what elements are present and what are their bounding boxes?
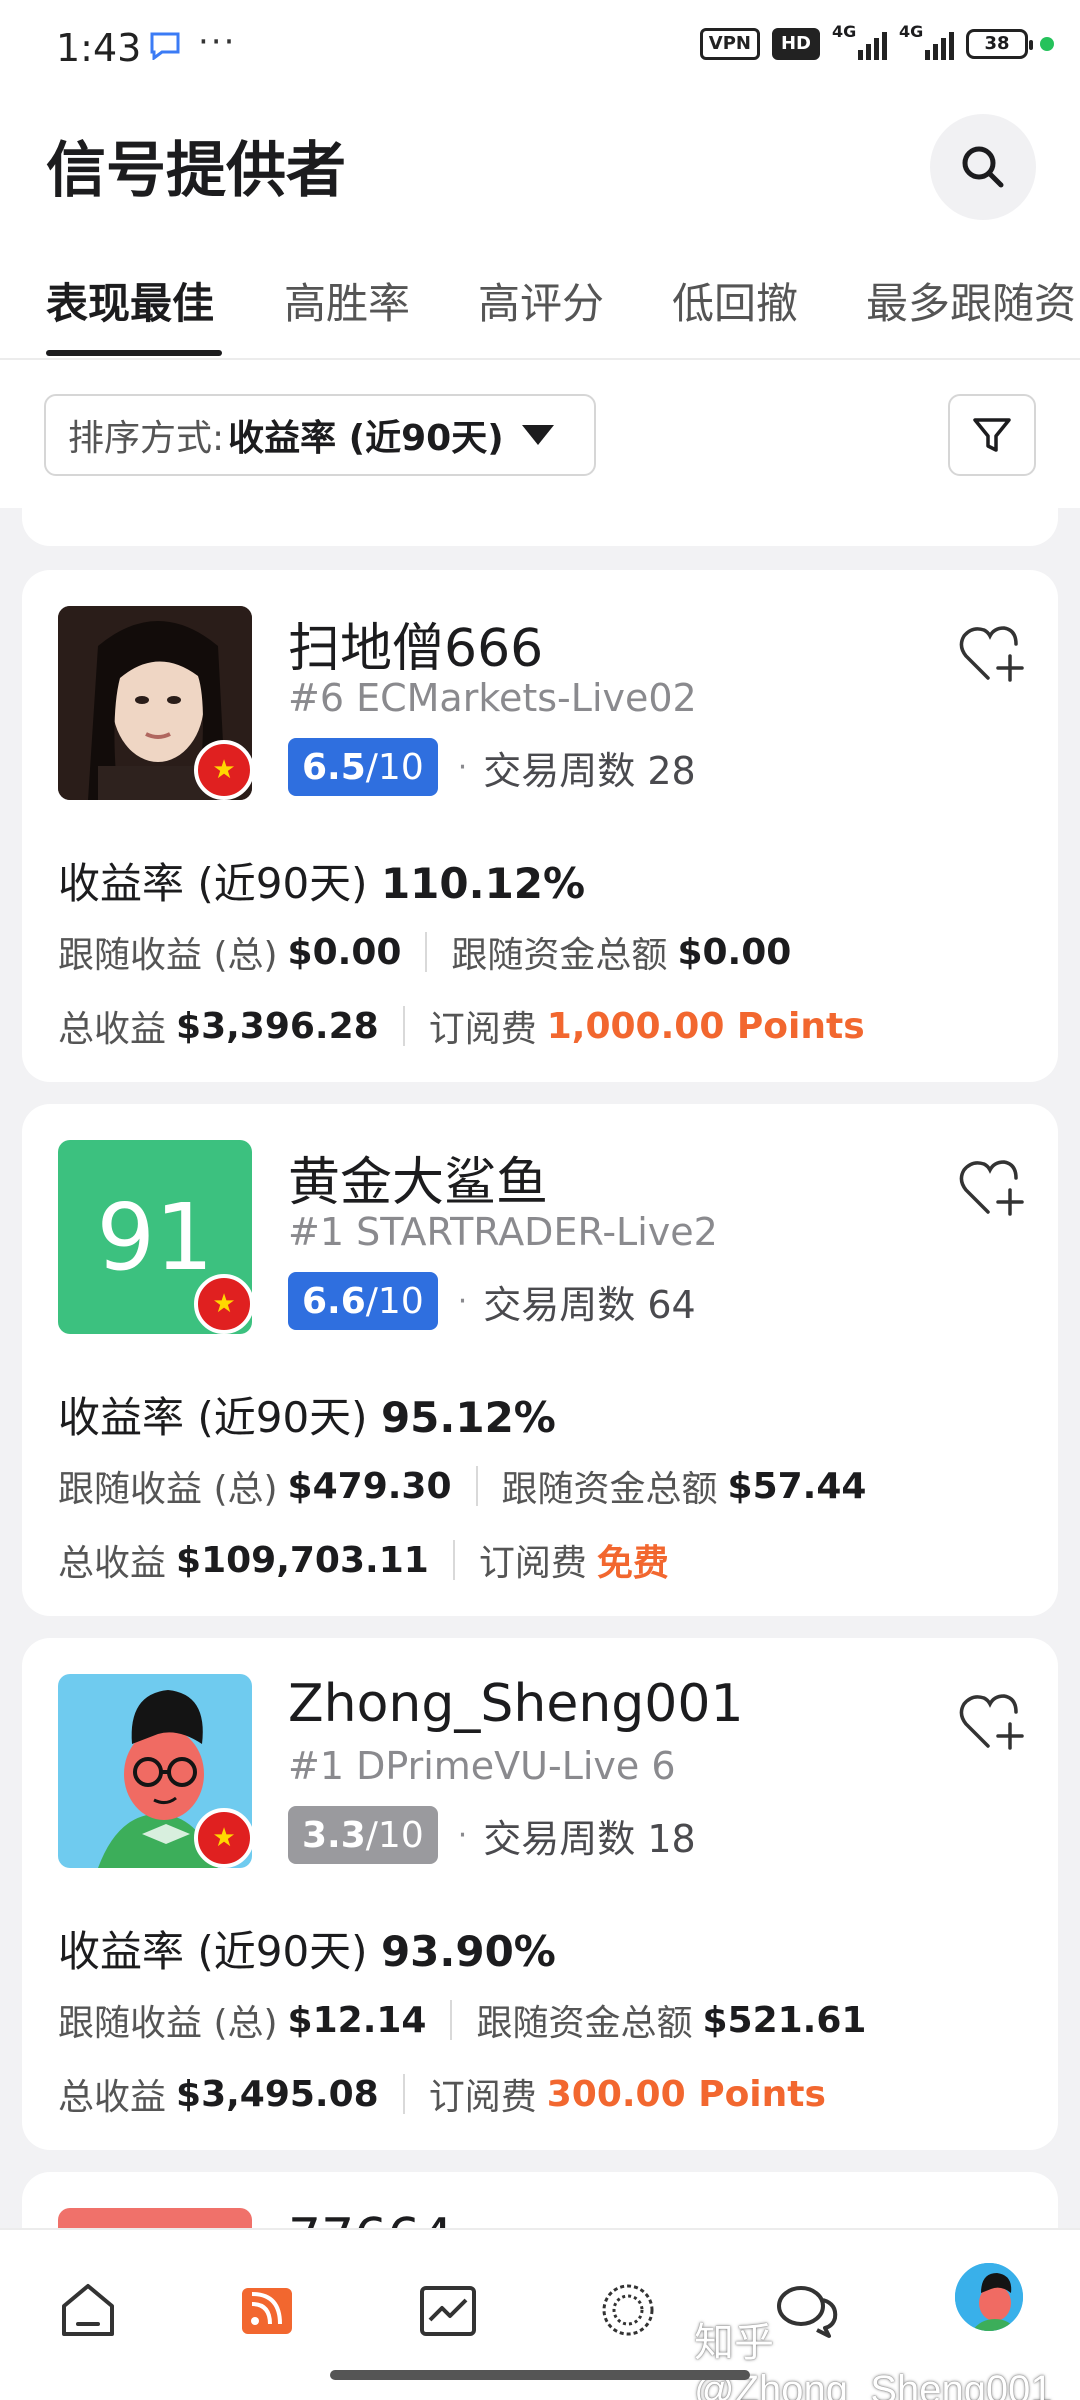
subscription-fee: 免费 [596,1543,669,1584]
rating-badge: 6.5/10 [288,738,438,796]
trade-weeks: 交易周数 28 [483,748,696,793]
nav-trade[interactable] [410,2272,486,2348]
follow-button[interactable] [958,1690,1028,1754]
rating-row: 6.5/10 · 交易周数 28 [288,738,696,796]
avatar-text: 91 [96,1183,214,1291]
provider-name[interactable]: 黄金大鲨鱼 [288,1140,548,1215]
nav-discover[interactable] [590,2272,666,2348]
signal-icon: 4G [899,22,954,60]
profit-fee-stats: 总收益 $109,703.11 订阅费 免费 [58,1534,669,1586]
follow-stats: 跟随收益 (总) $479.30 跟随资金总额 $57.44 [58,1465,867,1511]
nav-signals[interactable] [230,2272,306,2348]
provider-card[interactable]: ★ 扫地僧666 #6 ECMarkets-Live02 6.5/10 · 交易… [22,570,1058,1082]
return-90d: 收益率 (近90天) 93.90% [58,1927,556,1976]
profit-fee-stats: 总收益 $3,396.28 订阅费 1,000.00 Points [58,1005,865,1051]
rating-badge: 3.3/10 [288,1806,438,1864]
status-bar: 1:43 ··· VPN HD 4G 4G 38 [0,0,1080,100]
filter-icon [973,418,1011,452]
app-header: 信号提供者 [0,100,1080,248]
signal-icon: 4G [832,22,887,60]
caret-down-icon [521,425,554,445]
heart-plus-icon [959,1694,1024,1750]
subscription-fee: 1,000.00 Points [546,1005,865,1047]
follow-button[interactable] [958,622,1028,686]
follow-stats: 跟随收益 (总) $0.00 跟随资金总额 $0.00 [58,931,792,977]
china-flag-icon: ★ [194,740,254,800]
search-icon [962,146,1004,188]
china-flag-icon: ★ [194,1808,254,1868]
heart-plus-icon [959,1160,1024,1216]
signal-feed-icon [242,2288,292,2334]
previous-card-partial [22,480,1058,546]
heart-plus-icon [959,626,1024,682]
provider-card[interactable]: ★ Zhong_Sheng001 #1 DPrimeVU-Live 6 3.3/… [22,1638,1058,2150]
follow-button[interactable] [958,1156,1028,1220]
chart-icon [420,2286,476,2336]
subscription-fee: 300.00 Points [546,2073,826,2115]
sort-label: 排序方式: [68,418,225,459]
trade-weeks: 交易周数 18 [483,1816,696,1861]
provider-server: #1 DPrimeVU-Live 6 [288,1744,676,1788]
rating-row: 6.6/10 · 交易周数 64 [288,1272,696,1330]
active-tab-indicator [46,350,222,356]
battery-icon: 38 [966,29,1033,59]
privacy-indicator-icon [1040,37,1054,51]
provider-name[interactable]: 扫地僧666 [288,606,543,681]
chat-bubble-icon [148,30,182,68]
globe-icon [602,2284,654,2336]
return-90d: 收益率 (近90天) 95.12% [58,1393,556,1442]
tab-most-followed[interactable]: 最多跟随资 [866,270,1076,331]
sort-value: 收益率 (近90天) [228,418,504,459]
home-icon [62,2284,114,2336]
search-button[interactable] [930,114,1036,220]
filter-button[interactable] [948,394,1036,476]
sort-dropdown[interactable]: 排序方式: 收益率 (近90天) [44,394,596,476]
tab-low-drawdown[interactable]: 低回撤 [672,270,798,331]
page-title: 信号提供者 [46,136,346,206]
more-notifications-icon: ··· [198,22,237,62]
provider-card[interactable]: 91 ★ 黄金大鲨鱼 #1 STARTRADER-Live2 6.6/10 · … [22,1104,1058,1616]
return-90d: 收益率 (近90天) 110.12% [58,859,586,908]
vpn-badge: VPN [699,28,760,60]
status-time: 1:43 [56,26,142,70]
nav-home[interactable] [50,2272,126,2348]
tab-best-performance[interactable]: 表现最佳 [46,270,214,331]
category-tabs: 表现最佳 高胜率 高评分 低回撤 最多跟随资 [0,248,1080,360]
trade-weeks: 交易周数 64 [483,1282,696,1327]
hd-badge: HD [771,28,820,60]
rating-row: 3.3/10 · 交易周数 18 [288,1806,696,1864]
provider-name[interactable]: Zhong_Sheng001 [288,1674,744,1734]
tab-high-rating[interactable]: 高评分 [478,270,604,331]
rating-badge: 6.6/10 [288,1272,438,1330]
provider-server: #1 STARTRADER-Live2 [288,1210,718,1254]
provider-server: #6 ECMarkets-Live02 [288,676,697,720]
provider-card-partial[interactable]: 77664 [22,2172,1058,2232]
follow-stats: 跟随收益 (总) $12.14 跟随资金总额 $521.61 [58,1999,867,2045]
china-flag-icon: ★ [194,1274,254,1334]
watermark: 知乎 @Zhong_Sheng001 [694,2321,1053,2400]
home-indicator[interactable] [330,2370,750,2380]
tab-high-win-rate[interactable]: 高胜率 [284,270,410,331]
profit-fee-stats: 总收益 $3,495.08 订阅费 300.00 Points [58,2073,826,2119]
